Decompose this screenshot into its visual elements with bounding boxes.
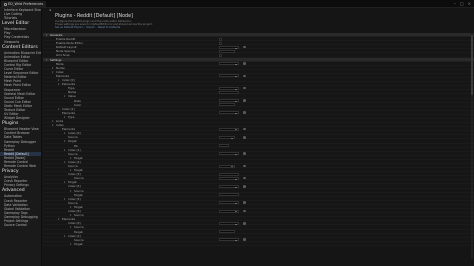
reset-to-default-icon[interactable] [243, 238, 246, 241]
dropdown[interactable] [219, 201, 239, 205]
dropdown[interactable] [219, 152, 239, 156]
dropdown[interactable] [219, 74, 239, 78]
window-tab[interactable]: ED_Wrld Preferences [1, 1, 47, 7]
reset-to-default-icon[interactable] [243, 111, 246, 114]
dropdown[interactable] [219, 99, 239, 102]
dropdown[interactable] [219, 62, 239, 66]
sidebar-section-heading: Level Editor [2, 21, 30, 27]
scrollbar-thumb[interactable] [471, 35, 473, 95]
reset-to-default-icon[interactable] [243, 185, 246, 188]
property-row[interactable]: ▾ Target [43, 241, 474, 247]
value-field[interactable] [219, 90, 239, 94]
checkbox[interactable] [219, 41, 222, 45]
value-field[interactable] [219, 49, 235, 53]
settings-sidebar: Interface Keyboard ShortcutsLive CodingT… [0, 8, 42, 266]
settings-icon [4, 2, 7, 6]
sidebar-section-heading: Privacy [2, 169, 19, 175]
reset-to-default-icon[interactable] [243, 201, 246, 205]
reset-to-default-icon[interactable] [243, 135, 246, 139]
dropdown[interactable] [219, 111, 239, 115]
value-field[interactable] [219, 193, 239, 197]
vertical-scrollbar[interactable] [471, 33, 473, 259]
dropdown[interactable] [219, 221, 239, 225]
dropdown[interactable] [219, 127, 239, 131]
reset-to-default-icon[interactable] [243, 74, 246, 78]
dropdown[interactable] [219, 184, 239, 188]
back-arrow-icon[interactable]: ◂ [49, 8, 51, 13]
page-title: Plugins - Reddit [Default] [Node] [55, 14, 133, 19]
value-field[interactable] [219, 144, 229, 148]
dropdown[interactable] [219, 45, 239, 49]
reset-to-default-icon[interactable] [243, 99, 246, 102]
property-label-text: Target [74, 241, 83, 246]
reset-to-default-icon[interactable] [243, 127, 246, 131]
settings-main-panel: ◂ Plugins - Reddit [Default] [Node] Conf… [43, 8, 474, 266]
dropdown[interactable] [219, 176, 239, 180]
property-list: ▾ Generals Enable Reddit Enable Node Editor… [43, 33, 474, 246]
reset-to-default-icon[interactable] [243, 221, 246, 225]
window-tab-label: ED_Wrld Preferences [8, 2, 44, 6]
sidebar-section-heading: Content Editors [2, 44, 38, 50]
checkbox[interactable] [219, 37, 222, 41]
value-field[interactable] [219, 172, 239, 176]
reset-to-default-icon[interactable] [243, 209, 246, 213]
dropdown[interactable] [219, 135, 235, 139]
sidebar-section-heading: Advanced [2, 188, 25, 194]
window-controls: – □ × [454, 1, 471, 6]
dropdown[interactable] [219, 238, 239, 242]
value-field[interactable] [219, 103, 235, 107]
dropdown[interactable] [219, 86, 239, 90]
reset-to-default-icon[interactable] [243, 62, 246, 65]
sidebar-item[interactable]: Source Control [0, 223, 41, 227]
reset-to-default-icon[interactable] [243, 176, 246, 180]
window-title-bar: ED_Wrld Preferences – □ × [0, 0, 474, 8]
page-actions-links[interactable]: Set as Default Export... Import... Reset… [55, 26, 474, 29]
minimize-icon[interactable]: – [454, 1, 456, 6]
reset-to-default-icon[interactable] [243, 86, 246, 90]
dropdown[interactable] [219, 209, 239, 213]
sidebar-section-heading: Plugins [2, 121, 19, 127]
reset-to-default-icon[interactable] [243, 152, 246, 155]
reset-to-default-icon[interactable] [243, 45, 246, 49]
settings-header: Plugins - Reddit [Default] [Node] Config… [43, 13, 474, 33]
maximize-icon[interactable]: □ [460, 1, 464, 6]
property-label: ▾ Target [70, 242, 83, 247]
reset-to-default-icon[interactable] [243, 164, 246, 168]
value-field[interactable] [219, 230, 235, 233]
dropdown[interactable] [219, 164, 235, 168]
checkbox[interactable] [219, 53, 222, 57]
close-icon[interactable]: × [468, 1, 471, 6]
